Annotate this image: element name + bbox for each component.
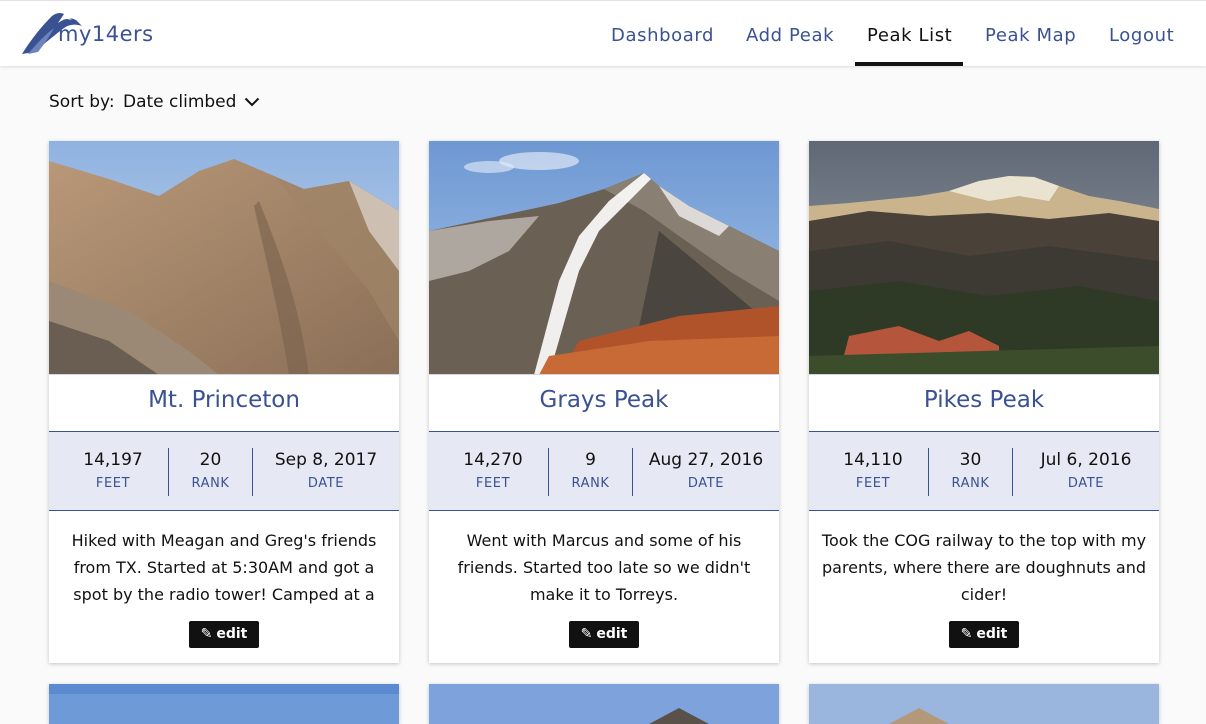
peak-card: Pikes Peak 14,110 FEET 30 RANK Jul 6, 20… — [809, 141, 1159, 663]
nav-dashboard[interactable]: Dashboard — [611, 1, 714, 67]
stat-feet-value: 14,110 — [843, 450, 903, 470]
stat-feet-label: FEET — [475, 476, 511, 491]
stat-feet-value: 14,197 — [83, 450, 143, 470]
peak-card-partial[interactable] — [809, 684, 1159, 724]
pencil-icon: ✎ — [200, 626, 213, 642]
nav-peak-list[interactable]: Peak List — [867, 1, 952, 67]
stat-rank-value: 30 — [959, 450, 982, 470]
nav-peak-map[interactable]: Peak Map — [985, 1, 1076, 67]
edit-label: edit — [596, 626, 628, 642]
stat-date-value: Aug 27, 2016 — [648, 450, 764, 470]
stat-date: Jul 6, 2016 DATE — [1013, 432, 1159, 510]
edit-button[interactable]: ✎ edit — [949, 621, 1019, 648]
peak-card: Grays Peak 14,270 FEET 9 RANK Aug 27, 20… — [429, 141, 779, 663]
edit-button[interactable]: ✎ edit — [569, 621, 639, 648]
peak-name[interactable]: Pikes Peak — [809, 387, 1159, 413]
peak-photo[interactable] — [49, 141, 399, 375]
stat-date-label: DATE — [1067, 476, 1105, 491]
stat-feet: 14,270 FEET — [429, 432, 557, 510]
sort-label: Sort by: — [49, 92, 115, 112]
edit-button[interactable]: ✎ edit — [189, 621, 259, 648]
peak-name[interactable]: Mt. Princeton — [49, 387, 399, 413]
brand-name[interactable]: my14ers — [58, 22, 154, 46]
stat-date: Sep 8, 2017 DATE — [253, 432, 399, 510]
stat-feet-label: FEET — [855, 476, 891, 491]
peak-description: Took the COG railway to the top with my … — [821, 531, 1147, 604]
peak-photo[interactable] — [429, 141, 779, 375]
stat-date-value: Sep 8, 2017 — [274, 450, 378, 470]
top-navbar: my14ers Dashboard Add Peak Peak List Pea… — [0, 0, 1206, 66]
stat-rank: 20 RANK — [169, 432, 252, 510]
peak-description: Hiked with Meagan and Greg's friends fro… — [71, 531, 377, 604]
peak-card-partial[interactable] — [49, 684, 399, 724]
stat-rank-value: 20 — [199, 450, 222, 470]
stat-rank: 30 RANK — [929, 432, 1012, 510]
stat-rank-value: 9 — [585, 450, 596, 470]
peak-description: Went with Marcus and some of his friends… — [457, 531, 751, 604]
peak-photo[interactable] — [809, 141, 1159, 375]
edit-label: edit — [976, 626, 1008, 642]
pencil-icon: ✎ — [960, 626, 973, 642]
pencil-icon: ✎ — [580, 626, 593, 642]
chevron-down-icon[interactable] — [244, 96, 260, 108]
edit-label: edit — [216, 626, 248, 642]
peak-card: Mt. Princeton 14,197 FEET 20 RANK Sep 8,… — [49, 141, 399, 663]
nav-logout[interactable]: Logout — [1109, 1, 1174, 67]
peak-stats: 14,110 FEET 30 RANK Jul 6, 2016 DATE — [809, 431, 1159, 511]
nav-add-peak[interactable]: Add Peak — [746, 1, 834, 67]
stat-date: Aug 27, 2016 DATE — [633, 432, 779, 510]
stat-date-label: DATE — [307, 476, 345, 491]
stat-feet-label: FEET — [95, 476, 131, 491]
peak-card-partial[interactable] — [429, 684, 779, 724]
stat-rank: 9 RANK — [549, 432, 632, 510]
peak-stats: 14,270 FEET 9 RANK Aug 27, 2016 DATE — [429, 431, 779, 511]
stat-feet: 14,110 FEET — [809, 432, 937, 510]
sort-select[interactable]: Date climbed — [123, 92, 236, 112]
stat-feet: 14,197 FEET — [49, 432, 177, 510]
stat-date-label: DATE — [687, 476, 725, 491]
peak-stats: 14,197 FEET 20 RANK Sep 8, 2017 DATE — [49, 431, 399, 511]
stat-rank-label: RANK — [191, 476, 230, 491]
stat-rank-label: RANK — [951, 476, 990, 491]
stat-date-value: Jul 6, 2016 — [1040, 450, 1132, 470]
stat-feet-value: 14,270 — [463, 450, 523, 470]
active-tab-indicator — [855, 62, 963, 66]
stat-rank-label: RANK — [571, 476, 610, 491]
peak-name[interactable]: Grays Peak — [429, 387, 779, 413]
